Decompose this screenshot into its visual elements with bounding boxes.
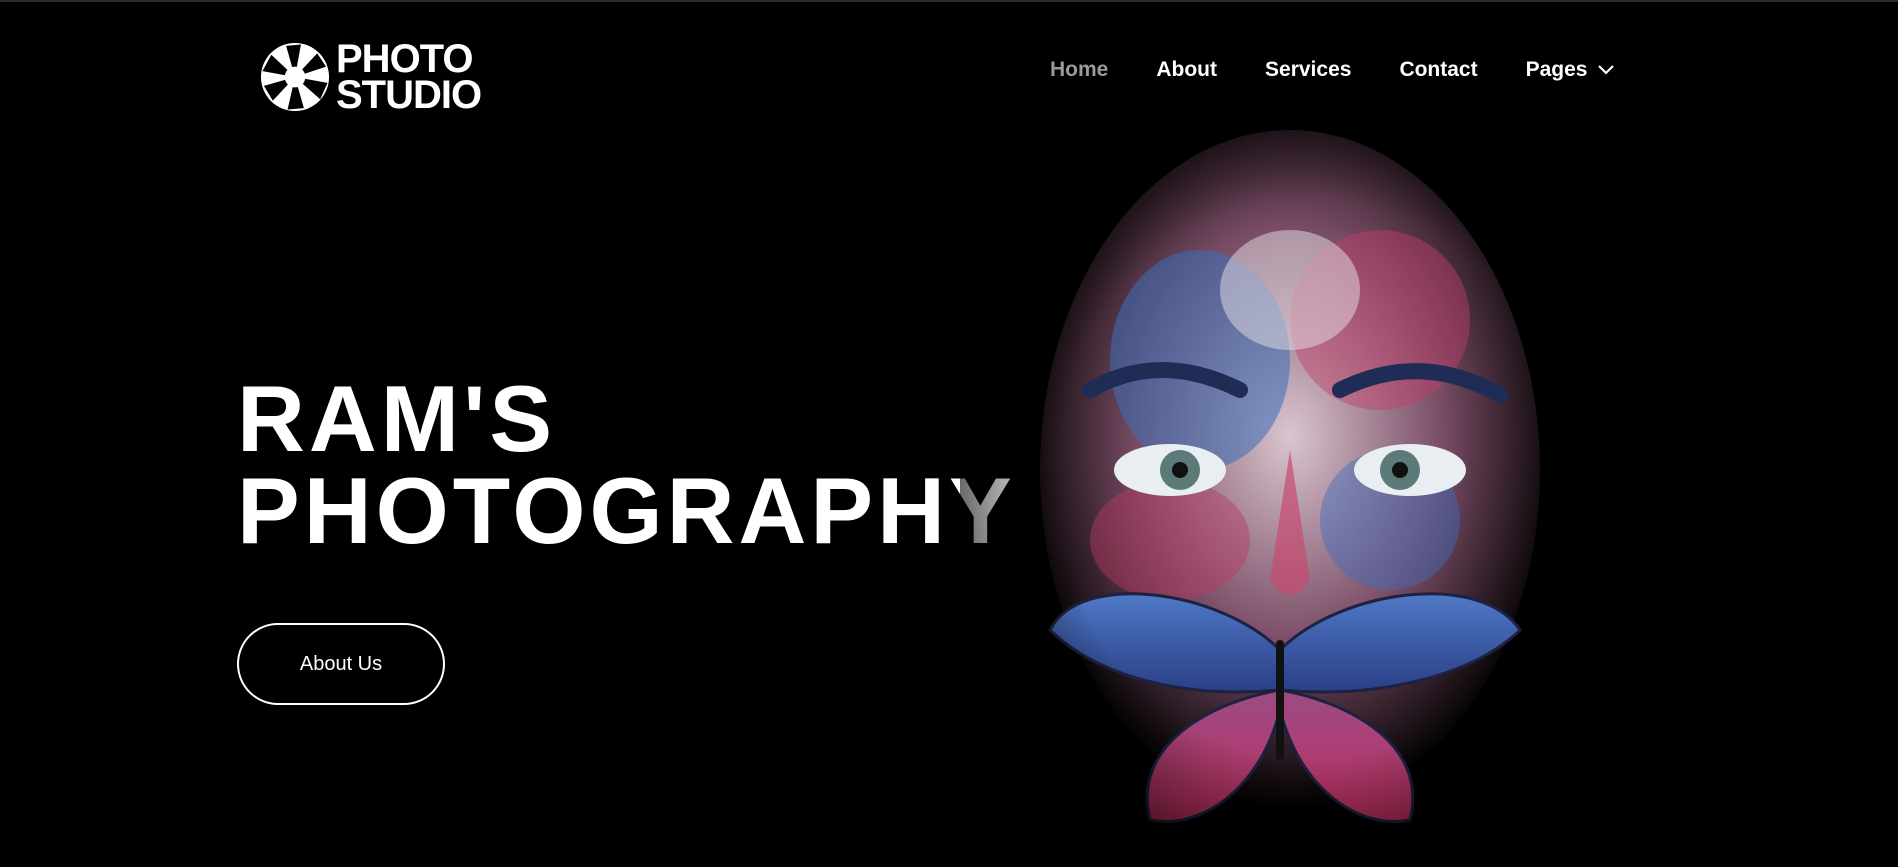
brand-name-line2: STUDIO bbox=[336, 73, 482, 117]
about-us-button[interactable]: About Us bbox=[237, 623, 445, 705]
hero-title-line2: PHOTOGRAPHY bbox=[237, 458, 1016, 563]
brand-name-line1: PHOTO bbox=[336, 37, 474, 81]
brand-logo[interactable]: PHOTO STUDIO bbox=[258, 37, 482, 117]
nav-item-about[interactable]: About bbox=[1156, 58, 1217, 82]
chevron-down-icon bbox=[1598, 65, 1615, 75]
brand-name: PHOTO STUDIO bbox=[336, 37, 482, 117]
nav-item-home[interactable]: Home bbox=[1050, 58, 1108, 82]
hero-title: RAM'S PHOTOGRAPHY bbox=[237, 366, 1016, 563]
hero-title-line1: RAM'S bbox=[237, 366, 557, 471]
nav-item-pages[interactable]: Pages bbox=[1526, 58, 1616, 82]
camera-aperture-icon bbox=[260, 42, 330, 112]
top-border bbox=[0, 0, 1898, 2]
nav-item-contact[interactable]: Contact bbox=[1399, 58, 1477, 82]
hero-portrait-image bbox=[960, 90, 1660, 867]
nav-item-services[interactable]: Services bbox=[1265, 58, 1351, 82]
main-nav: Home About Services Contact Pages bbox=[1050, 58, 1615, 82]
nav-item-pages-label: Pages bbox=[1525, 58, 1588, 81]
